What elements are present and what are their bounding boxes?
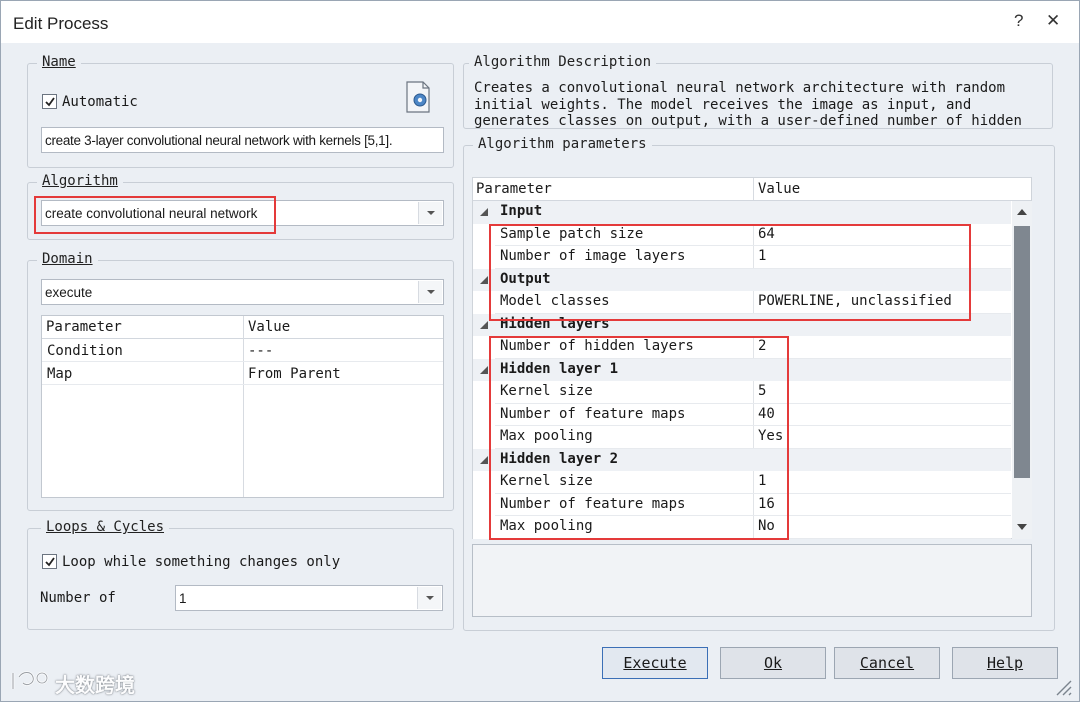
ok-button[interactable]: Ok	[720, 647, 826, 679]
parameters-scrollbar[interactable]	[1012, 201, 1032, 539]
name-group: Name Automatic create 3-layer convolutio…	[27, 54, 454, 168]
window-title: Edit Process	[13, 14, 109, 33]
loops-legend: Loops & Cycles	[41, 519, 170, 535]
description-legend: Algorithm Description	[469, 54, 657, 70]
hidden-layers-highlight-box	[489, 336, 789, 540]
parameter-category-row[interactable]: Input	[473, 201, 1011, 224]
scroll-thumb[interactable]	[1014, 226, 1030, 478]
parameter-category-label: Input	[500, 203, 543, 219]
domain-col-parameter: Parameter	[46, 319, 122, 335]
name-legend: Name	[37, 54, 81, 70]
domain-col-value: Value	[248, 319, 291, 335]
loop-label: Loop while something changes only	[62, 554, 341, 570]
parameters-col-value: Value	[758, 181, 801, 197]
parameters-legend: Algorithm parameters	[473, 136, 652, 152]
execute-button[interactable]: Execute	[602, 647, 708, 679]
number-of-dropdown[interactable]: 1	[175, 585, 443, 611]
input-output-highlight-box	[489, 224, 971, 321]
description-group: Algorithm Description Creates a convolut…	[463, 54, 1053, 129]
parameters-grid-header	[473, 178, 1031, 201]
automatic-checkbox[interactable]	[42, 94, 57, 109]
help-title-button[interactable]: ?	[1014, 11, 1023, 31]
resize-grip-icon[interactable]	[1053, 677, 1073, 697]
domain-row-param[interactable]: Map	[47, 366, 72, 382]
number-of-label: Number of	[40, 590, 116, 606]
watermark-logo-icon	[11, 671, 49, 689]
parameters-col-parameter: Parameter	[476, 181, 552, 197]
edit-process-dialog: Edit Process ? ✕ Name Automatic create 3…	[0, 0, 1080, 702]
close-button[interactable]: ✕	[1046, 11, 1060, 31]
scroll-down-icon[interactable]	[1017, 524, 1027, 530]
document-gear-icon[interactable]	[403, 80, 433, 114]
chevron-down-icon[interactable]	[417, 587, 441, 609]
watermark-text: 大数跨境	[55, 673, 135, 697]
loop-checkbox[interactable]	[42, 554, 57, 569]
parameter-help-box	[472, 544, 1032, 617]
collapse-triangle-icon[interactable]	[479, 275, 489, 285]
checkmark-icon	[45, 97, 55, 107]
chevron-down-icon[interactable]	[418, 281, 442, 303]
cancel-button[interactable]: Cancel	[834, 647, 940, 679]
collapse-triangle-icon[interactable]	[479, 320, 489, 330]
domain-row-value[interactable]: From Parent	[248, 366, 341, 382]
domain-dropdown[interactable]: execute	[41, 279, 444, 305]
scroll-up-icon[interactable]	[1017, 209, 1027, 215]
loops-group: Loops & Cycles Loop while something chan…	[27, 519, 454, 630]
collapse-triangle-icon[interactable]	[479, 207, 489, 217]
checkmark-icon	[45, 557, 55, 567]
domain-row-param[interactable]: Condition	[47, 343, 123, 359]
domain-parameter-grid: Parameter Value Condition --- Map From P…	[41, 315, 444, 498]
help-button[interactable]: Help	[952, 647, 1058, 679]
domain-group: Domain execute Parameter Value Condition…	[27, 251, 454, 511]
description-text: Creates a convolutional neural network a…	[474, 80, 1022, 128]
process-name-input[interactable]: create 3-layer convolutional neural netw…	[41, 127, 444, 153]
domain-row-value[interactable]: ---	[248, 343, 273, 359]
collapse-triangle-icon[interactable]	[479, 455, 489, 465]
algorithm-highlight-box	[34, 196, 276, 234]
chevron-down-icon[interactable]	[418, 202, 442, 224]
automatic-label: Automatic	[62, 94, 138, 110]
domain-legend: Domain	[37, 251, 98, 267]
algorithm-legend: Algorithm	[37, 173, 123, 189]
title-bar: Edit Process ? ✕	[1, 1, 1079, 43]
collapse-triangle-icon[interactable]	[479, 365, 489, 375]
